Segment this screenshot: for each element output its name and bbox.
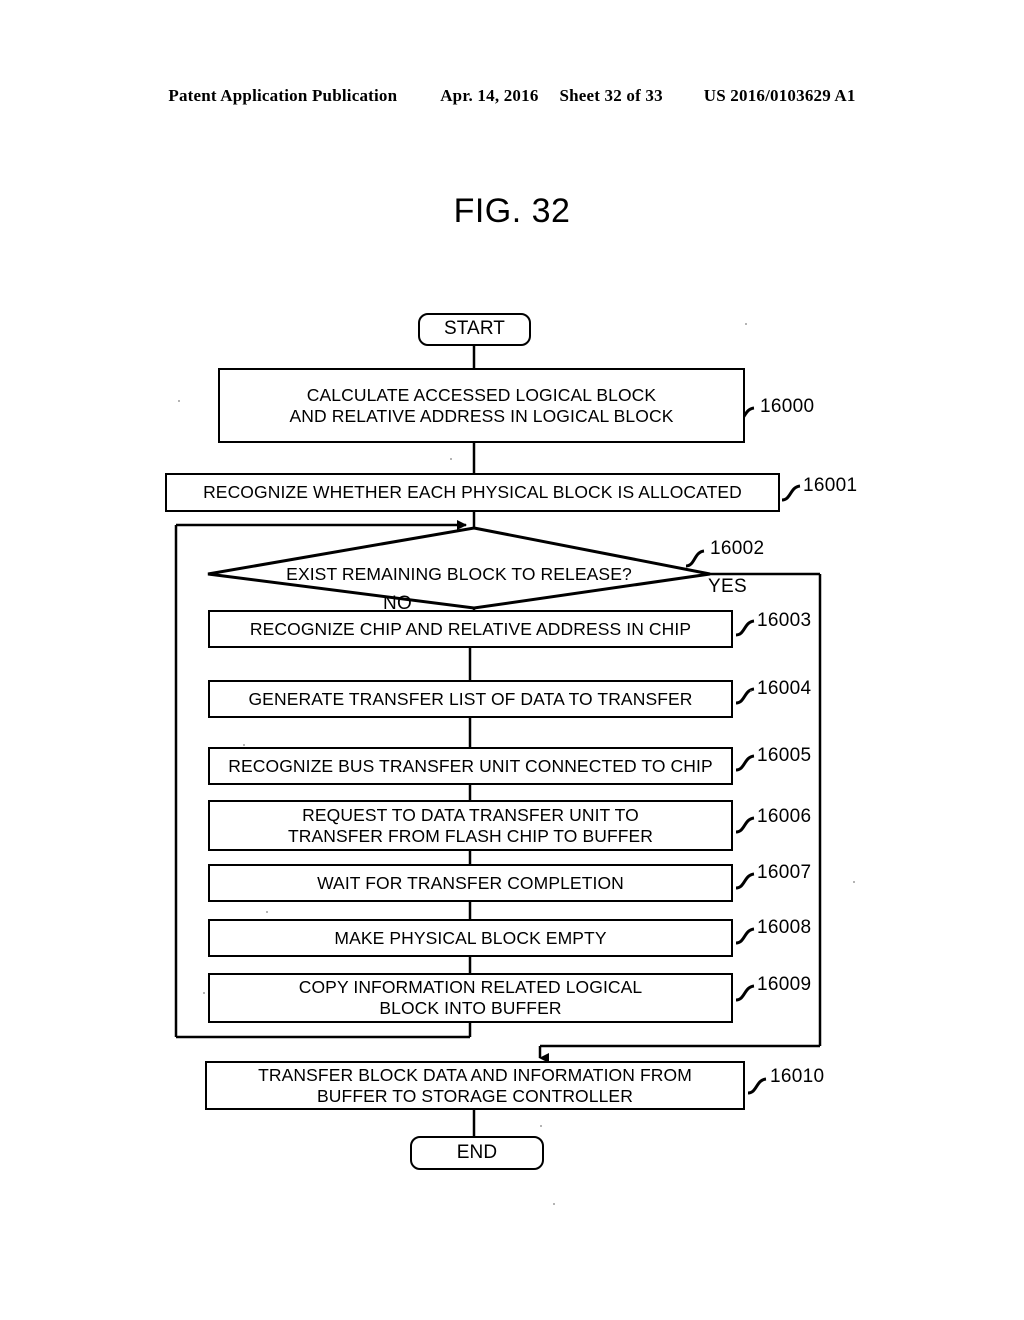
node-16005-label: RECOGNIZE BUS TRANSFER UNIT CONNECTED TO…: [228, 755, 713, 776]
node-end[interactable]: END: [410, 1136, 544, 1170]
scan-speck: [203, 992, 205, 994]
node-16000[interactable]: CALCULATE ACCESSED LOGICAL BLOCK AND REL…: [218, 368, 745, 443]
ref-16004: 16004: [757, 678, 812, 699]
node-16007[interactable]: WAIT FOR TRANSFER COMPLETION: [208, 864, 733, 902]
ref-16009: 16009: [757, 974, 812, 995]
ref-16005: 16005: [757, 745, 812, 766]
node-16002-label: EXIST REMAINING BLOCK TO RELEASE?: [286, 563, 632, 584]
ref-16006: 16006: [757, 806, 812, 827]
node-16001[interactable]: RECOGNIZE WHETHER EACH PHYSICAL BLOCK IS…: [165, 473, 780, 512]
scan-speck: [540, 1125, 542, 1127]
scan-speck: [853, 881, 855, 883]
scan-speck: [553, 1203, 555, 1205]
ref-16003: 16003: [757, 610, 812, 631]
ref-16007: 16007: [757, 862, 812, 883]
scan-speck: [450, 458, 452, 460]
ref-16008: 16008: [757, 917, 812, 938]
node-end-label: END: [456, 1141, 498, 1163]
node-16006-label: REQUEST TO DATA TRANSFER UNIT TO TRANSFE…: [287, 804, 654, 846]
node-16006[interactable]: REQUEST TO DATA TRANSFER UNIT TO TRANSFE…: [208, 800, 733, 851]
node-16004[interactable]: GENERATE TRANSFER LIST OF DATA TO TRANSF…: [208, 680, 733, 718]
branch-label-yes: YES: [708, 576, 747, 597]
node-16003-label: RECOGNIZE CHIP AND RELATIVE ADDRESS IN C…: [249, 618, 692, 639]
ref-16000: 16000: [760, 396, 815, 417]
scan-speck: [266, 911, 268, 913]
scan-speck: [243, 744, 245, 746]
node-16008[interactable]: MAKE PHYSICAL BLOCK EMPTY: [208, 919, 733, 957]
ref-16001: 16001: [803, 475, 858, 496]
flowchart-diagram: START CALCULATE ACCESSED LOGICAL BLOCK A…: [0, 0, 1024, 1320]
node-16010[interactable]: TRANSFER BLOCK DATA AND INFORMATION FROM…: [205, 1061, 745, 1110]
node-16001-label: RECOGNIZE WHETHER EACH PHYSICAL BLOCK IS…: [203, 482, 742, 503]
scan-speck: [178, 400, 180, 402]
node-16008-label: MAKE PHYSICAL BLOCK EMPTY: [334, 927, 607, 948]
node-16009[interactable]: COPY INFORMATION RELATED LOGICAL BLOCK I…: [208, 973, 733, 1023]
flowchart-connectors: [174, 346, 822, 1136]
node-16004-label: GENERATE TRANSFER LIST OF DATA TO TRANSF…: [248, 688, 693, 709]
node-start[interactable]: START: [418, 313, 531, 346]
node-start-label: START: [443, 318, 506, 340]
node-16007-label: WAIT FOR TRANSFER COMPLETION: [317, 872, 624, 893]
node-16002[interactable]: EXIST REMAINING BLOCK TO RELEASE?: [208, 558, 710, 590]
node-16009-label: COPY INFORMATION RELATED LOGICAL BLOCK I…: [298, 977, 643, 1018]
scan-speck: [750, 690, 752, 692]
node-16003[interactable]: RECOGNIZE CHIP AND RELATIVE ADDRESS IN C…: [208, 610, 733, 648]
ref-16002: 16002: [710, 538, 765, 559]
ref-16010: 16010: [770, 1066, 825, 1087]
node-16005[interactable]: RECOGNIZE BUS TRANSFER UNIT CONNECTED TO…: [208, 747, 733, 785]
node-16000-label: CALCULATE ACCESSED LOGICAL BLOCK AND REL…: [289, 384, 674, 426]
scan-speck: [745, 323, 747, 325]
node-16010-label: TRANSFER BLOCK DATA AND INFORMATION FROM…: [258, 1064, 692, 1106]
